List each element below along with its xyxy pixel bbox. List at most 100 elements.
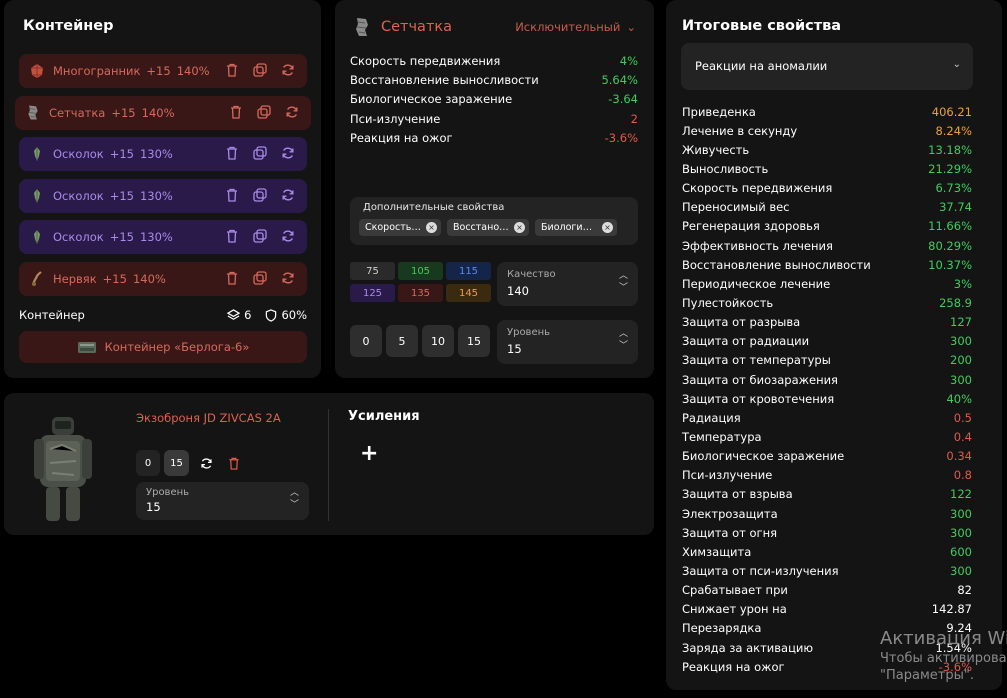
level-preset-button[interactable]: 15 [458,325,490,357]
artifact-slot-upgrade: +15 [102,271,127,286]
quality-preset-button[interactable]: 115 [446,262,491,280]
property-chip[interactable]: Восстановление выносливости × [447,219,529,236]
container-footer: Контейнер 6 60% [19,308,307,322]
final-property-value: 300 [950,525,972,540]
stepper-arrows-icon[interactable]: ︿ ﹀ [619,328,628,352]
copy-icon[interactable] [257,104,271,119]
stepper-arrows-icon[interactable]: ︿ ﹀ [619,270,628,294]
trash-icon[interactable] [225,271,239,285]
artifact-slot[interactable]: Осколок +15 130% [19,220,307,254]
close-icon[interactable]: × [514,222,525,233]
rarity-value: Исключительный [515,20,621,34]
artifact-detail-name: Сетчатка [381,19,453,35]
artifact-slot-actions [225,187,295,202]
artifact-slot[interactable]: Нервяк +15 140% [19,261,307,296]
copy-icon[interactable] [253,63,267,77]
add-boost-button[interactable]: + [360,441,378,466]
refresh-icon[interactable] [281,188,295,202]
quality-preset-button[interactable]: 145 [446,284,491,302]
quality-preset-button[interactable]: 125 [350,284,395,302]
artifact-slot[interactable]: Осколок +15 130% [19,137,307,171]
artifact-properties: Скорость передвижения 4% Восстановление вы… [350,51,638,147]
final-property-value: 300 [950,372,972,387]
mesh-artifact-icon [25,105,41,121]
refresh-icon[interactable] [285,105,299,119]
property-value: 5.64% [601,72,638,87]
final-property-row: Лечение в секунду 8.24% [682,121,972,140]
final-property-value: 37.74 [939,200,972,215]
final-property-value: 300 [950,334,972,349]
final-property-label: Живучесть [682,142,750,157]
final-property-value: 258.9 [939,295,972,310]
artifact-slot-actions [225,229,295,243]
artifact-slot-upgrade: +15 [111,105,136,120]
stepper-arrows-icon[interactable]: ︿ ﹀ [290,487,299,511]
protection-value: 60% [281,308,307,322]
level-preset-button[interactable]: 10 [422,325,454,357]
final-property-row: Защита от кровотечения 40% [682,389,972,408]
final-properties-panel: Итоговые свойства Реакции на аномалии ⌄ … [666,0,1002,690]
armor-level-0-button[interactable]: 0 [136,450,160,476]
final-property-row: Защита от взрыва 122 [682,485,972,504]
container-button-label: Контейнер «Берлога-6» [104,340,250,354]
refresh-icon[interactable] [281,146,295,160]
trash-icon[interactable] [225,146,239,160]
watermark-line3: "Параметры". [880,668,974,683]
final-property-label: Лечение в секунду [682,123,798,138]
final-property-value: 200 [950,353,972,368]
trash-icon[interactable] [225,188,239,202]
trash-icon[interactable] [225,229,239,243]
quality-preset-button[interactable]: 105 [398,262,443,280]
refresh-icon [200,457,212,469]
artifact-slot[interactable]: Осколок +15 130% [19,178,307,213]
quality-field[interactable]: Качество 140 ︿ ﹀ [497,262,638,306]
copy-icon[interactable] [253,187,267,202]
close-icon[interactable]: × [602,222,613,233]
additional-properties-box[interactable]: Дополнительные свойства Скорость передви… [350,197,638,245]
copy-icon[interactable] [253,270,267,285]
final-property-row: Приведенка 406.21 [682,102,972,121]
artifact-slot[interactable]: Многогранник +15 140% [19,54,307,88]
artifact-slot-upgrade: +15 [146,64,171,78]
refresh-icon[interactable] [281,229,295,243]
armor-level-15-button[interactable]: 15 [164,450,189,476]
final-properties-select[interactable]: Реакции на аномалии ⌄ [681,43,973,90]
container-title: Контейнер [23,18,114,34]
rarity-dropdown[interactable]: Исключительный ⌄ [515,20,636,34]
refresh-icon[interactable] [281,63,295,77]
final-property-value: 600 [950,544,972,559]
final-property-value: 0.5 [953,410,972,425]
level-preset-button[interactable]: 0 [350,325,382,357]
boosts-title: Усиления [348,409,420,424]
level-value: 15 [507,342,522,356]
trash-icon[interactable] [225,63,239,77]
property-chip[interactable]: Скорость передвижения × [359,219,441,236]
quality-grid: 75 105 115 125 135 145 [350,262,492,302]
additional-properties-label: Дополнительные свойства [363,202,505,213]
artifact-slot-actions [225,146,295,160]
container-select-button[interactable]: Контейнер «Берлога-6» [19,331,307,363]
close-icon[interactable]: × [426,222,437,233]
artifact-slot[interactable]: Сетчатка +15 140% [15,95,311,130]
trash-icon[interactable] [229,105,243,119]
refresh-icon[interactable] [281,271,295,285]
property-chip[interactable]: Биологическое заражение × [535,219,617,236]
armor-delete-button[interactable] [222,450,246,476]
mesh-artifact-icon [356,18,368,36]
armor-refresh-button[interactable] [194,450,218,476]
level-field[interactable]: Уровень 15 ︿ ﹀ [497,320,638,364]
artifact-slot-actions [225,63,295,77]
level-preset-button[interactable]: 5 [386,325,418,357]
quality-preset-button[interactable]: 135 [398,284,443,302]
shard-artifact-icon [29,229,45,245]
quality-preset-button[interactable]: 75 [350,262,395,280]
slots-indicator: 6 [227,308,251,322]
copy-icon[interactable] [253,146,267,160]
final-property-value: 82 [957,583,972,598]
copy-icon[interactable] [253,229,267,243]
armor-level-field[interactable]: Уровень 15 ︿ ﹀ [136,482,309,520]
artifact-slot-percent: 130% [139,188,173,203]
artifact-slot-name: Осколок [53,147,104,161]
final-property-row: Защита от пси-излучения 300 [682,561,972,580]
artifact-property-row: Пси-излучение 2 [350,109,638,128]
